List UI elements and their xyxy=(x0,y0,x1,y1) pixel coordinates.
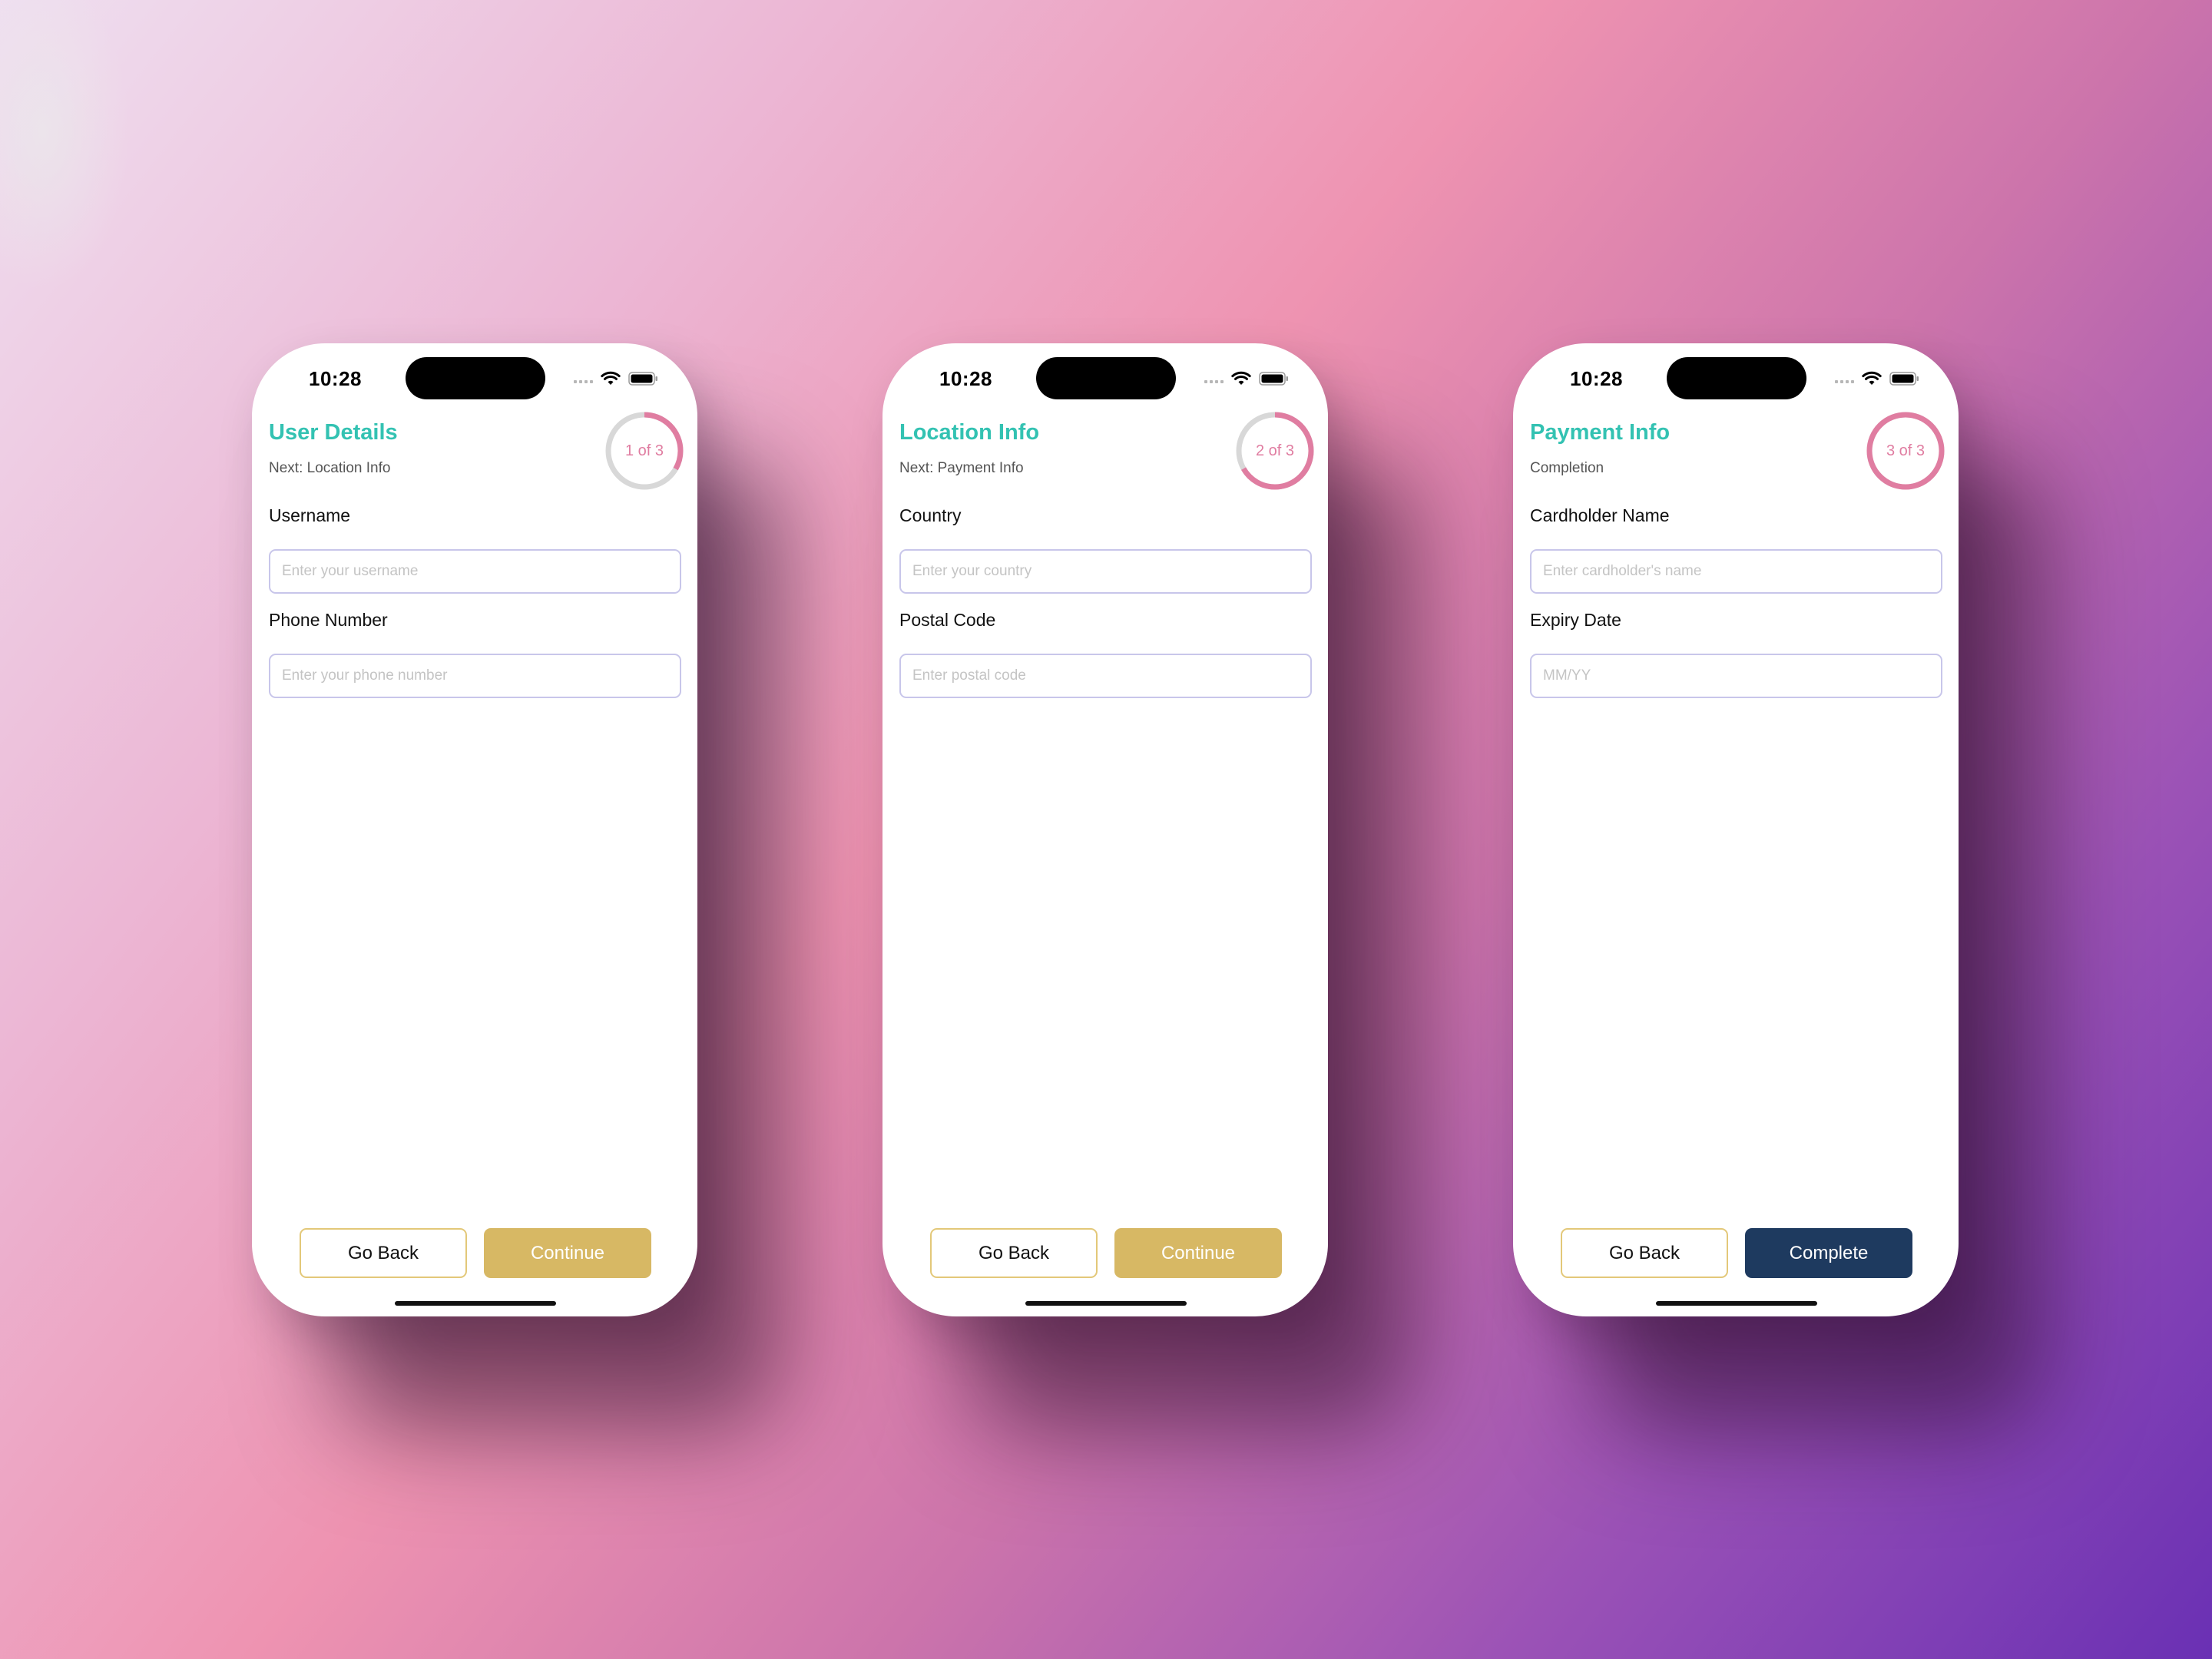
home-indicator xyxy=(1656,1301,1817,1306)
status-icons xyxy=(574,371,659,386)
home-indicator xyxy=(395,1301,556,1306)
country-input[interactable] xyxy=(899,549,1312,594)
step-progress-ring: 1 of 3 xyxy=(604,411,684,491)
page-title: Payment Info xyxy=(1530,420,1671,445)
expiry-date-input[interactable] xyxy=(1530,654,1942,698)
go-back-button[interactable]: Go Back xyxy=(930,1228,1098,1278)
status-icons xyxy=(1835,371,1920,386)
next-step-label: Next: Location Info xyxy=(269,460,391,476)
next-step-label: Next: Payment Info xyxy=(899,460,1024,476)
phone-screen-payment-info: 10:28 Payment Info Completion 3 of 3 Car… xyxy=(1513,343,1959,1316)
username-input[interactable] xyxy=(269,549,681,594)
phone-screen-location-info: 10:28 Location Info Next: Payment Info 2… xyxy=(882,343,1328,1316)
go-back-button[interactable]: Go Back xyxy=(300,1228,467,1278)
cardholder-name-input[interactable] xyxy=(1530,549,1942,594)
status-time: 10:28 xyxy=(309,367,362,390)
postal-code-input[interactable] xyxy=(899,654,1312,698)
wifi-icon xyxy=(1231,371,1251,385)
signal-icon xyxy=(574,380,593,383)
battery-icon xyxy=(1259,372,1288,386)
username-label: Username xyxy=(269,505,351,525)
dynamic-island xyxy=(406,357,545,399)
continue-button[interactable]: Continue xyxy=(1114,1228,1282,1278)
status-time: 10:28 xyxy=(939,367,992,390)
background-glow xyxy=(0,0,131,292)
step-progress-ring: 3 of 3 xyxy=(1866,411,1945,491)
expiry-date-label: Expiry Date xyxy=(1530,610,1621,630)
phone-screen-user-details: 10:28 User Details Next: Location Info 1… xyxy=(252,343,697,1316)
status-icons xyxy=(1204,371,1290,386)
phone-number-label: Phone Number xyxy=(269,610,388,630)
status-time: 10:28 xyxy=(1570,367,1623,390)
battery-icon xyxy=(1889,372,1919,386)
progress-label: 3 of 3 xyxy=(1886,442,1926,459)
signal-icon xyxy=(1835,380,1854,383)
battery-icon xyxy=(628,372,657,386)
dynamic-island xyxy=(1036,357,1176,399)
continue-button[interactable]: Continue xyxy=(484,1228,651,1278)
progress-label: 1 of 3 xyxy=(624,442,664,459)
dynamic-island xyxy=(1667,357,1806,399)
home-indicator xyxy=(1025,1301,1187,1306)
step-progress-ring: 2 of 3 xyxy=(1235,411,1315,491)
wifi-icon xyxy=(1862,371,1882,385)
signal-icon xyxy=(1204,380,1224,383)
progress-label: 2 of 3 xyxy=(1255,442,1295,459)
cardholder-name-label: Cardholder Name xyxy=(1530,505,1670,525)
go-back-button[interactable]: Go Back xyxy=(1561,1228,1728,1278)
country-label: Country xyxy=(899,505,962,525)
phone-number-input[interactable] xyxy=(269,654,681,698)
complete-button[interactable]: Complete xyxy=(1745,1228,1912,1278)
page-title: User Details xyxy=(269,420,398,445)
next-step-label: Completion xyxy=(1530,460,1604,476)
wifi-icon xyxy=(601,371,621,385)
postal-code-label: Postal Code xyxy=(899,610,996,630)
page-title: Location Info xyxy=(899,420,1040,445)
